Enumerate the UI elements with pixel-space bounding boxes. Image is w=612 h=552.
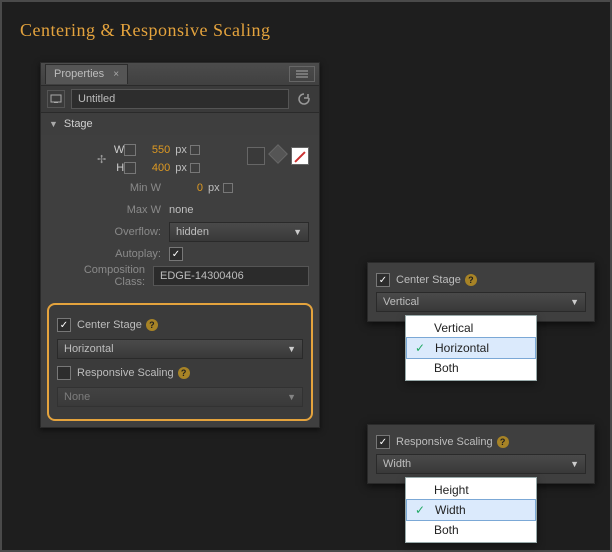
chevron-down-icon: ▼ bbox=[570, 459, 579, 469]
responsive-checkbox[interactable] bbox=[57, 366, 71, 380]
responsive-select[interactable]: Width ▼ bbox=[376, 454, 586, 474]
chevron-down-icon: ▼ bbox=[570, 297, 579, 307]
center-stage-menu[interactable]: Vertical ✓ Horizontal Both bbox=[405, 315, 537, 381]
tab-bar: Properties × bbox=[41, 63, 319, 86]
lock-icon[interactable] bbox=[124, 144, 136, 156]
chevron-down-icon: ▼ bbox=[293, 227, 302, 237]
chevron-down-icon: ▼ bbox=[287, 392, 296, 402]
help-icon[interactable]: ? bbox=[178, 367, 190, 379]
center-stage-checkbox[interactable]: ✓ bbox=[376, 273, 390, 287]
minw-value[interactable]: 0 bbox=[171, 182, 203, 194]
properties-panel: Properties × ▼ Stage ✢ W 5 bbox=[40, 62, 320, 428]
responsive-menu[interactable]: Height ✓ Width Both bbox=[405, 477, 537, 543]
minw-label: Min W bbox=[51, 182, 169, 194]
target-icon: ✢ bbox=[97, 153, 106, 166]
highlighted-section: ✓ Center Stage ? Horizontal ▼ Responsive… bbox=[47, 303, 313, 421]
responsive-value: Width bbox=[383, 458, 411, 470]
autoplay-checkbox[interactable]: ✓ bbox=[169, 247, 183, 261]
center-stage-select[interactable]: Vertical ▼ bbox=[376, 292, 586, 312]
close-icon[interactable]: × bbox=[113, 69, 119, 80]
tab-label: Properties bbox=[54, 68, 104, 80]
menu-item-label: Width bbox=[435, 503, 466, 517]
width-unit: px bbox=[175, 144, 187, 156]
menu-item-label: Horizontal bbox=[435, 341, 489, 355]
menu-item-both[interactable]: Both bbox=[406, 520, 536, 540]
maxw-value[interactable]: none bbox=[169, 204, 193, 216]
menu-item-height[interactable]: Height bbox=[406, 480, 536, 500]
autoplay-label: Autoplay: bbox=[51, 248, 169, 260]
page-title: Centering & Responsive Scaling bbox=[20, 20, 270, 41]
height-unit: px bbox=[175, 162, 187, 174]
overflow-label: Overflow: bbox=[51, 226, 169, 238]
help-icon[interactable]: ? bbox=[465, 274, 477, 286]
chevron-down-icon: ▼ bbox=[287, 344, 296, 354]
width-letter: W bbox=[110, 144, 124, 156]
responsive-value: None bbox=[64, 391, 90, 403]
height-letter: H bbox=[110, 162, 124, 174]
swatch-rotated[interactable] bbox=[268, 144, 288, 164]
responsive-select: None ▼ bbox=[57, 387, 303, 407]
document-name-input[interactable] bbox=[71, 89, 289, 109]
section-title: Stage bbox=[64, 118, 93, 130]
menu-item-horizontal[interactable]: ✓ Horizontal bbox=[406, 337, 536, 359]
lock-icon[interactable] bbox=[124, 162, 136, 174]
menu-item-both[interactable]: Both bbox=[406, 358, 536, 378]
compclass-label: Composition Class: bbox=[51, 264, 153, 288]
width-value[interactable]: 550 bbox=[138, 144, 170, 156]
unit-toggle-icon[interactable] bbox=[190, 163, 200, 173]
help-icon[interactable]: ? bbox=[146, 319, 158, 331]
responsive-popout: ✓ Responsive Scaling ? Width ▼ bbox=[367, 424, 595, 484]
swatch-plain[interactable] bbox=[247, 147, 265, 165]
center-stage-label: Center Stage bbox=[77, 319, 142, 331]
menu-item-label: Both bbox=[434, 361, 459, 375]
help-icon[interactable]: ? bbox=[497, 436, 509, 448]
menu-item-label: Vertical bbox=[434, 321, 473, 335]
swatch-transparent[interactable] bbox=[291, 147, 309, 165]
unit-toggle-icon[interactable] bbox=[190, 145, 200, 155]
swatch-group bbox=[247, 147, 309, 165]
height-value[interactable]: 400 bbox=[138, 162, 170, 174]
section-stage-header[interactable]: ▼ Stage bbox=[41, 113, 319, 135]
overflow-select[interactable]: hidden ▼ bbox=[169, 222, 309, 242]
panel-menu-button[interactable] bbox=[289, 66, 315, 82]
center-stage-label: Center Stage bbox=[396, 274, 461, 286]
unit-toggle-icon[interactable] bbox=[223, 183, 233, 193]
compclass-input[interactable] bbox=[153, 266, 309, 286]
center-stage-value: Vertical bbox=[383, 296, 419, 308]
menu-item-label: Both bbox=[434, 523, 459, 537]
center-stage-popout: ✓ Center Stage ? Vertical ▼ bbox=[367, 262, 595, 322]
stage-icon bbox=[47, 90, 65, 108]
check-icon: ✓ bbox=[415, 341, 425, 355]
collapse-icon: ▼ bbox=[49, 119, 58, 129]
check-icon: ✓ bbox=[415, 503, 425, 517]
maxw-label: Max W bbox=[51, 204, 169, 216]
document-name-bar bbox=[41, 86, 319, 113]
overflow-value: hidden bbox=[176, 226, 209, 238]
responsive-checkbox[interactable]: ✓ bbox=[376, 435, 390, 449]
responsive-label: Responsive Scaling bbox=[77, 367, 174, 379]
menu-item-label: Height bbox=[434, 483, 469, 497]
center-stage-value: Horizontal bbox=[64, 343, 114, 355]
center-stage-checkbox[interactable]: ✓ bbox=[57, 318, 71, 332]
minw-unit: px bbox=[208, 182, 220, 194]
section-stage-body: ✢ W 550 px H 400 px bbox=[41, 135, 319, 297]
responsive-label: Responsive Scaling bbox=[396, 436, 493, 448]
menu-item-width[interactable]: ✓ Width bbox=[406, 499, 536, 521]
center-stage-select[interactable]: Horizontal ▼ bbox=[57, 339, 303, 359]
menu-item-vertical[interactable]: Vertical bbox=[406, 318, 536, 338]
refresh-icon[interactable] bbox=[295, 90, 313, 108]
tab-properties[interactable]: Properties × bbox=[45, 64, 128, 84]
